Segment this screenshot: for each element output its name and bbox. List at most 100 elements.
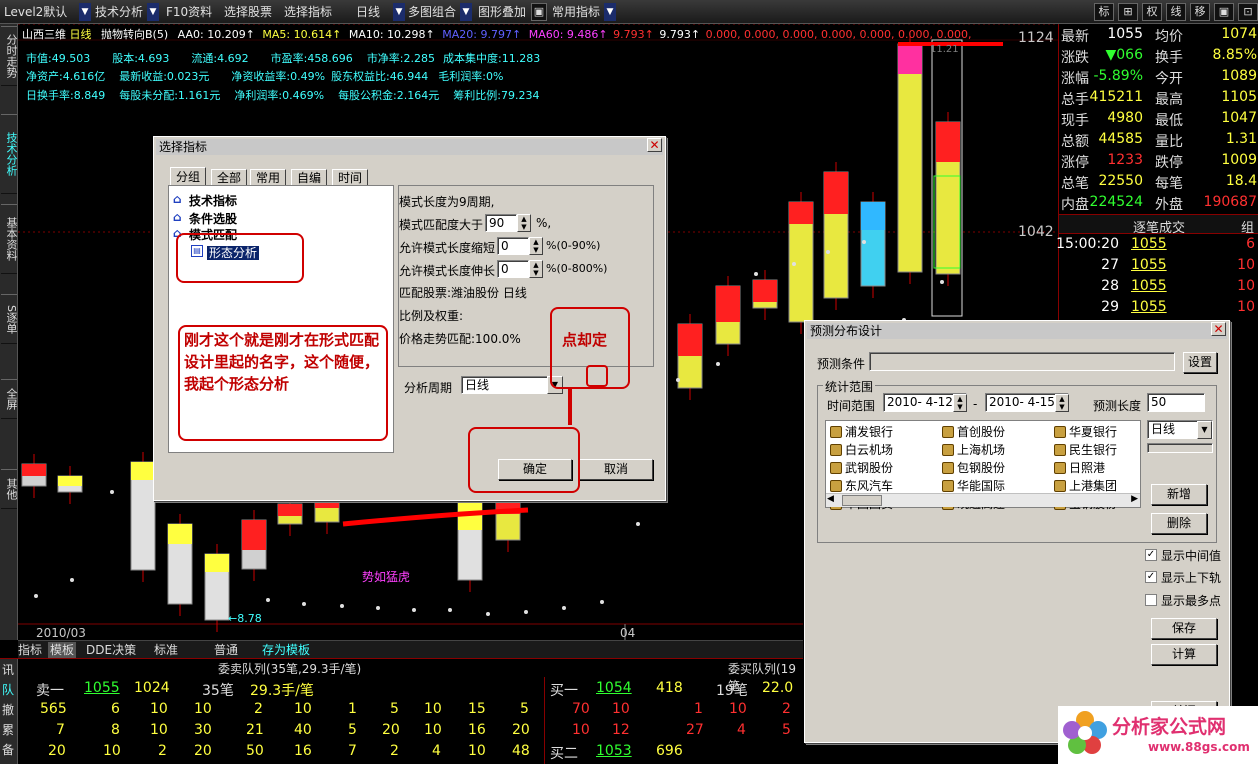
- tab-all[interactable]: 全部: [211, 169, 248, 185]
- side-tab[interactable]: 撤: [2, 701, 14, 718]
- side-tab[interactable]: 讯: [2, 661, 14, 678]
- overlay-menu[interactable]: 图形叠加: [478, 3, 526, 21]
- stock-list-item[interactable]: 首创股份: [942, 423, 1005, 440]
- line-icon[interactable]: 线: [1166, 3, 1186, 21]
- mark-icon[interactable]: 标: [1094, 3, 1114, 21]
- chevron-down-icon[interactable]: ▼: [604, 3, 616, 21]
- show-bands-checkbox[interactable]: ✓: [1145, 571, 1157, 583]
- date-to-spinner[interactable]: ▲ ▼: [1055, 394, 1069, 412]
- scroll-thumb[interactable]: [842, 495, 882, 506]
- date-from-spinner[interactable]: ▲ ▼: [953, 394, 967, 412]
- period-menu[interactable]: 日线: [356, 3, 380, 21]
- horizontal-scrollbar[interactable]: ◀ ▶: [826, 493, 1140, 507]
- shrink-input[interactable]: 0: [497, 237, 529, 255]
- tab-normal[interactable]: 普通: [214, 642, 238, 658]
- stock-icon: [1054, 426, 1066, 438]
- chevron-left-icon[interactable]: ◀: [827, 494, 834, 504]
- tab-custom[interactable]: 自编: [291, 169, 328, 185]
- buy1-name: 买一: [550, 683, 578, 699]
- logo-title: 分析家公式网: [1112, 716, 1227, 738]
- stock-list-item[interactable]: 武钢股份: [830, 459, 893, 476]
- annotation-click-note: 点却定: [562, 331, 608, 349]
- stock-name: 首创股份: [957, 425, 1006, 439]
- save-button[interactable]: 保存: [1151, 618, 1217, 639]
- multi-chart-menu[interactable]: 多图组合: [408, 3, 456, 21]
- match-input[interactable]: 90: [485, 214, 517, 232]
- show-most-checkbox[interactable]: [1145, 594, 1157, 606]
- quote-label: 跌停: [1155, 155, 1183, 171]
- tab-orders[interactable]: S逐单: [1, 294, 18, 344]
- stock-list-item[interactable]: 日照港: [1054, 459, 1105, 476]
- tab-indicator[interactable]: 指标: [18, 642, 42, 658]
- close-icon[interactable]: ✕: [647, 138, 662, 152]
- chevron-down-icon[interactable]: ▼: [1197, 421, 1212, 439]
- stock-icon: [1054, 444, 1066, 456]
- tab-save-template[interactable]: 存为模板: [262, 642, 310, 658]
- chevron-down-icon[interactable]: ▼: [393, 3, 405, 21]
- stock-icon: [830, 462, 842, 474]
- set-button[interactable]: 设置: [1183, 352, 1217, 373]
- stock-list-item[interactable]: 华能国际: [942, 477, 1005, 494]
- common-indicator-menu[interactable]: 常用指标: [552, 3, 600, 21]
- move-icon[interactable]: 移: [1190, 3, 1210, 21]
- extend-input[interactable]: 0: [497, 260, 529, 278]
- tab-intraday[interactable]: 分时走势: [1, 26, 18, 86]
- tree-item-tech[interactable]: ⌂ 技术指标: [173, 192, 237, 209]
- divider: [544, 677, 545, 764]
- pick-indicator-menu[interactable]: 选择指标: [284, 3, 332, 21]
- pick-stock-menu[interactable]: 选择股票: [224, 3, 272, 21]
- chevron-down-icon[interactable]: ▼: [147, 3, 159, 21]
- stock-list-item[interactable]: 上海机场: [942, 441, 1005, 458]
- tab-fundamentals[interactable]: 基本资料: [1, 204, 18, 274]
- candle-cap: [716, 286, 740, 322]
- add-button[interactable]: 新增: [1151, 484, 1207, 505]
- cancel-button[interactable]: 取消: [579, 459, 653, 480]
- stock-list-item[interactable]: 东风汽车: [830, 477, 893, 494]
- window-icon[interactable]: ▣: [1214, 3, 1234, 21]
- stock-list-item[interactable]: 白云机场: [830, 441, 893, 458]
- f10-menu[interactable]: F10资料: [166, 3, 212, 21]
- tab-common[interactable]: 常用: [250, 169, 287, 185]
- chart-title: 山西三维 日线 抛物转向B(5) AA0: 10.209↑ MA5: 10.61…: [22, 28, 972, 41]
- grid-icon[interactable]: ⊞: [1118, 3, 1138, 21]
- side-tab[interactable]: 累: [2, 721, 14, 738]
- stock-list-item[interactable]: 上港集团: [1054, 477, 1117, 494]
- chevron-down-icon[interactable]: ▼: [460, 3, 472, 21]
- tab-other[interactable]: 其他: [1, 469, 18, 509]
- tab-dde[interactable]: DDE决策: [86, 642, 136, 658]
- tree-item-condition[interactable]: ⌂ 条件选股: [173, 210, 237, 227]
- tab-standard[interactable]: 标准: [154, 642, 178, 658]
- stock-list-item[interactable]: 包钢股份: [942, 459, 1005, 476]
- candle-cap: [242, 520, 266, 550]
- forecast-length-input[interactable]: 50: [1147, 393, 1205, 412]
- extend-spinner[interactable]: ▲ ▼: [529, 260, 543, 278]
- tab-technical[interactable]: 技术分析: [1, 114, 18, 194]
- lock-icon[interactable]: ▣: [531, 3, 547, 21]
- stock-list-item[interactable]: 浦发银行: [830, 423, 893, 440]
- chevron-right-icon[interactable]: ▶: [1131, 494, 1138, 504]
- tab-time[interactable]: 时间: [332, 169, 369, 185]
- level2-menu[interactable]: Level2默认: [4, 3, 67, 21]
- tab-group[interactable]: 分组: [170, 167, 207, 185]
- side-tab[interactable]: 备: [2, 741, 14, 758]
- side-tab[interactable]: 队: [2, 681, 14, 698]
- progress-field: [1147, 443, 1213, 453]
- condition-field[interactable]: [869, 352, 1175, 371]
- shrink-spinner[interactable]: ▲ ▼: [529, 237, 543, 255]
- stock-list-item[interactable]: 华夏银行: [1054, 423, 1117, 440]
- match-spinner[interactable]: ▲ ▼: [517, 214, 531, 232]
- tech-analysis-menu[interactable]: 技术分析: [95, 3, 143, 21]
- rights-icon[interactable]: 权: [1142, 3, 1162, 21]
- stock-list-item[interactable]: 民生银行: [1054, 441, 1117, 458]
- restore-icon[interactable]: ⊡: [1238, 3, 1258, 21]
- chevron-down-icon[interactable]: ▼: [79, 3, 91, 21]
- queue-cell: 2: [390, 743, 399, 759]
- shrink-unit: %(0-90%): [546, 239, 601, 252]
- show-median-checkbox[interactable]: ✓: [1145, 549, 1157, 561]
- tab-fullscreen[interactable]: 全屏: [1, 379, 18, 419]
- tab-template[interactable]: 模板: [48, 642, 77, 658]
- quote-label: 最低: [1155, 113, 1183, 129]
- close-icon[interactable]: ✕: [1211, 322, 1226, 336]
- delete-button[interactable]: 删除: [1151, 513, 1207, 534]
- calculate-button[interactable]: 计算: [1151, 644, 1217, 665]
